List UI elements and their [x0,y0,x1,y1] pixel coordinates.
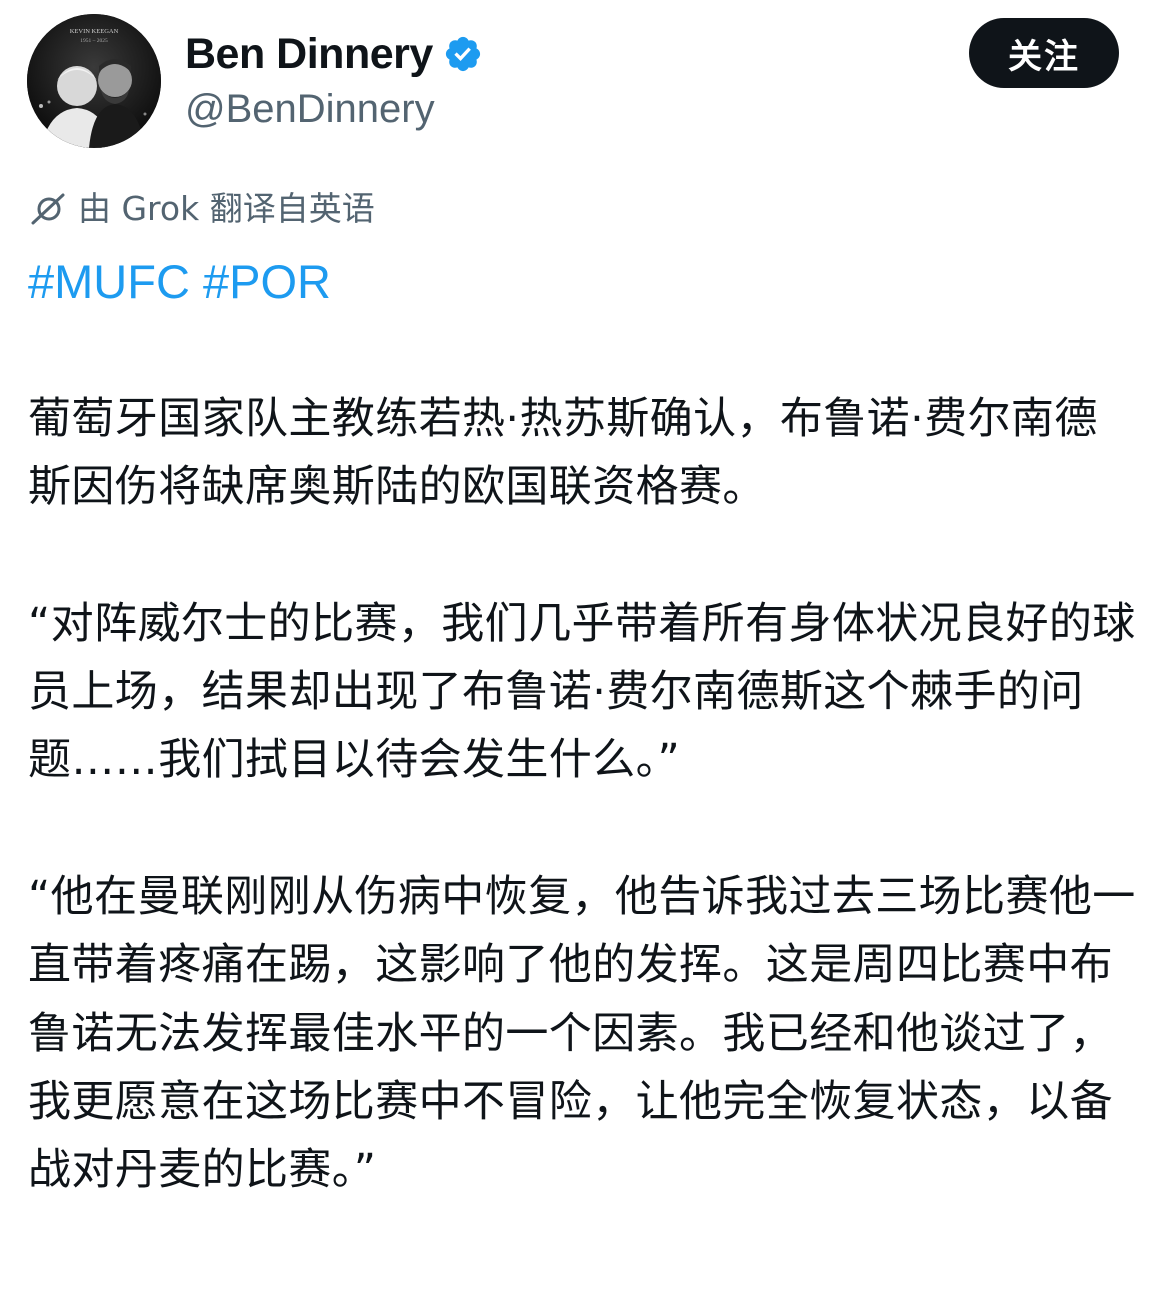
avatar-caption-name: KEVIN KEEGAN [70,28,119,35]
avatar[interactable]: KEVIN KEEGAN 1951 – 2025 [27,14,161,148]
tweet-paragraph: “对阵威尔士的比赛，我们几乎带着所有身体状况良好的球员上场，结果却出现了布鲁诺·… [28,598,1136,786]
user-name-row: Ben Dinnery [185,28,483,80]
hashtag-row: #MUFC #POR [28,253,331,311]
user-handle[interactable]: @BenDinnery [185,84,435,134]
tweet-paragraph: 葡萄牙国家队主教练若热·热苏斯确认，布鲁诺·费尔南德斯因伤将缺席奥斯陆的欧国联资… [28,394,1098,513]
avatar-image: KEVIN KEEGAN 1951 – 2025 [27,14,161,148]
avatar-caption-years: 1951 – 2025 [80,38,108,44]
tweet-paragraph: “他在曼联刚刚从伤病中恢复，他告诉我过去三场比赛他一直带着疼痛在踢，这影响了他的… [28,872,1136,1196]
translation-note-text: 由 Grok 翻译自英语 [78,189,375,228]
tweet-text: 葡萄牙国家队主教练若热·热苏斯确认，布鲁诺·费尔南德斯因伤将缺席奥斯陆的欧国联资… [28,385,1138,1205]
hashtag-link[interactable]: #MUFC [28,255,190,308]
verified-badge-icon[interactable] [443,34,483,74]
hashtag-link[interactable]: #POR [203,255,331,308]
display-name[interactable]: Ben Dinnery [185,28,433,80]
no-translate-icon [30,191,66,227]
follow-button[interactable]: 关注 [969,18,1119,88]
translation-note: 由 Grok 翻译自英语 [30,186,375,232]
